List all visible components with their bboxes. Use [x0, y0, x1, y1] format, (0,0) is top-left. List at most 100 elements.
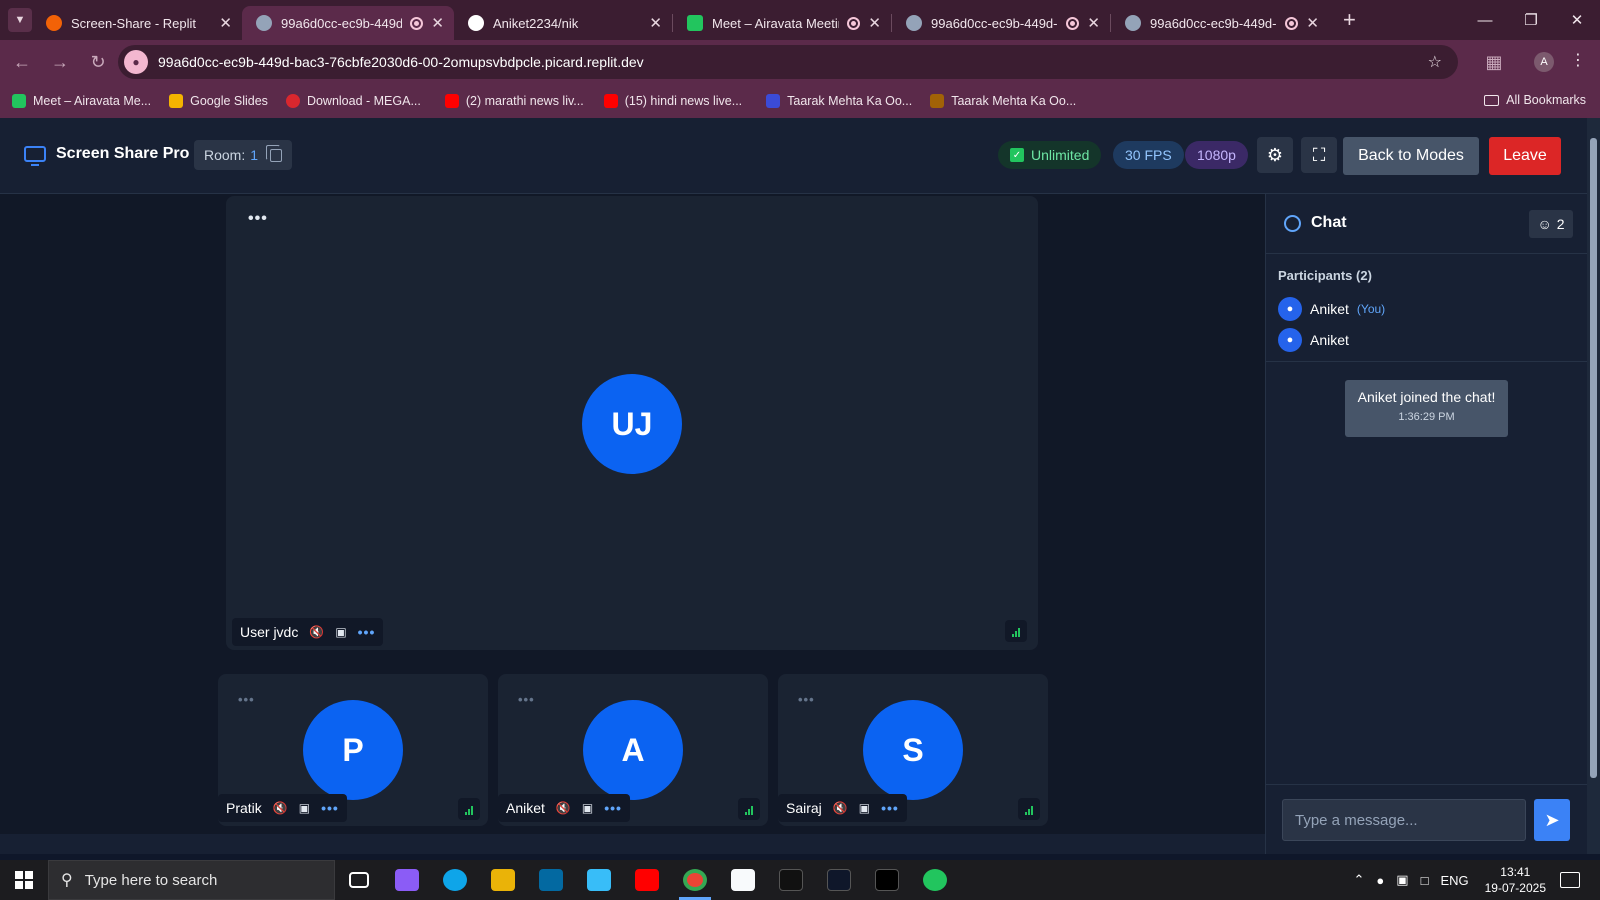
participant-tile[interactable]: ••• P Pratik 🔇 ▣ •••	[218, 674, 488, 826]
clock[interactable]: 13:41 19-07-2025	[1485, 864, 1546, 896]
task-view-button[interactable]	[335, 860, 383, 900]
tile-menu-icon[interactable]: •••	[238, 692, 255, 707]
taskbar-app-media[interactable]	[863, 860, 911, 900]
fps-label: 30 FPS	[1125, 147, 1172, 163]
tray-chevron-icon[interactable]: ⌃	[1354, 872, 1365, 888]
new-tab-icon[interactable]: +	[1343, 7, 1356, 33]
bookmark-item[interactable]: Google Slides	[169, 94, 268, 108]
camera-icon[interactable]: ▣	[1396, 872, 1408, 888]
taskbar-app-control-panel[interactable]	[575, 860, 623, 900]
mega-icon	[285, 94, 300, 108]
close-tab-icon[interactable]: ✕	[868, 14, 881, 32]
reload-icon[interactable]: ↻	[82, 46, 114, 78]
leave-button[interactable]: Leave	[1489, 137, 1561, 175]
bookmark-item[interactable]: Taarak Mehta Ka Oo...	[930, 94, 1076, 108]
taskbar-app-edge[interactable]	[431, 860, 479, 900]
tab-search-chevron-icon[interactable]: ▼	[8, 8, 32, 32]
app-header: Screen Share Pro Room: 1 ✓ Unlimited 30 …	[0, 118, 1587, 194]
bookmark-item[interactable]: Meet – Airavata Me...	[12, 94, 151, 108]
globe-icon	[906, 15, 922, 31]
taskbar-app-file-explorer[interactable]	[479, 860, 527, 900]
message-input[interactable]	[1282, 799, 1526, 841]
participant-tile[interactable]: ••• A Aniket 🔇 ▣ •••	[498, 674, 768, 826]
send-button[interactable]: ➤	[1534, 799, 1570, 841]
camera-off-icon: ▣	[581, 801, 594, 815]
tab-title: 99a6d0cc-ec9b-449d-ba	[281, 15, 403, 31]
copy-icon[interactable]	[266, 144, 283, 162]
microphone-icon[interactable]: ●	[124, 50, 148, 74]
browser-tab-2[interactable]: Aniket2234/nik ✕	[454, 6, 672, 40]
back-to-modes-button[interactable]: Back to Modes	[1343, 137, 1479, 175]
user-icon: ●	[1278, 327, 1302, 352]
close-tab-icon[interactable]: ✕	[219, 14, 232, 32]
browser-tab-1[interactable]: 99a6d0cc-ec9b-449d-ba ✕	[242, 6, 454, 40]
browser-tab-3[interactable]: Meet – Airavata Meeting ✕	[673, 6, 891, 40]
more-options-icon[interactable]: •••	[358, 624, 376, 640]
taskbar-app-copilot[interactable]	[383, 860, 431, 900]
tile-menu-icon[interactable]: •••	[798, 692, 815, 707]
edge-icon	[443, 869, 467, 891]
profile-avatar[interactable]: A	[1534, 52, 1554, 72]
browser-tab-4[interactable]: 99a6d0cc-ec9b-449d-ba ✕	[892, 6, 1110, 40]
bookmark-star-icon[interactable]: ☆	[1428, 52, 1442, 72]
bookmark-item[interactable]: Download - MEGA...	[285, 94, 421, 108]
notifications-icon[interactable]	[1560, 872, 1580, 888]
all-bookmarks[interactable]: All Bookmarks	[1484, 93, 1586, 107]
tile-menu-icon[interactable]: •••	[518, 692, 535, 707]
address-bar[interactable]: ● 99a6d0cc-ec9b-449d-bac3-76cbfe2030d6-0…	[118, 45, 1458, 79]
task-view-icon	[349, 872, 369, 888]
extensions-icon[interactable]: ▦	[1478, 46, 1510, 78]
scrollbar-thumb[interactable]	[1590, 138, 1597, 778]
youtube-icon	[603, 94, 618, 108]
taskbar-app-hotstar[interactable]	[815, 860, 863, 900]
media-icon	[875, 869, 899, 891]
tile-menu-icon[interactable]: •••	[248, 210, 268, 228]
settings-button[interactable]: ⚙	[1257, 137, 1293, 173]
participant-avatar: P	[303, 700, 403, 800]
bookmark-item[interactable]: (15) hindi news live...	[603, 94, 742, 108]
bookmark-item[interactable]: Taarak Mehta Ka Oo...	[766, 94, 912, 108]
browser-tab-5[interactable]: 99a6d0cc-ec9b-449d-ba ✕	[1111, 6, 1329, 40]
mic-off-icon: 🔇	[309, 625, 325, 639]
network-icon[interactable]: □	[1421, 873, 1429, 888]
participant-name: Sairaj	[786, 800, 822, 816]
browser-menu-icon[interactable]: ⋮	[1570, 50, 1586, 70]
taskbar-app-chrome[interactable]	[671, 860, 719, 900]
globe-icon	[1125, 15, 1141, 31]
microphone-icon[interactable]: ●	[1376, 873, 1384, 888]
participant-tile[interactable]: ••• S Sairaj 🔇 ▣ •••	[778, 674, 1048, 826]
github-icon	[468, 15, 484, 31]
page-scrollbar[interactable]	[1587, 118, 1600, 854]
taskbar-app-youtube[interactable]	[623, 860, 671, 900]
close-tab-icon[interactable]: ✕	[649, 14, 662, 32]
url-text[interactable]: 99a6d0cc-ec9b-449d-bac3-76cbfe2030d6-00-…	[158, 54, 644, 70]
more-options-icon[interactable]: •••	[881, 800, 899, 816]
taskbar-app-solitaire[interactable]	[719, 860, 767, 900]
taskbar-search[interactable]: ⚲ Type here to search	[48, 860, 335, 900]
close-tab-icon[interactable]: ✕	[1306, 14, 1319, 32]
browser-tab-0[interactable]: Screen-Share - Replit ✕	[32, 6, 242, 40]
restore-icon[interactable]: ❐	[1508, 0, 1554, 40]
back-arrow-icon[interactable]: ←	[6, 46, 38, 78]
mic-off-icon: 🔇	[272, 801, 288, 815]
taskbar-app-sony-liv[interactable]	[767, 860, 815, 900]
more-options-icon[interactable]: •••	[321, 800, 339, 816]
language-indicator[interactable]: ENG	[1440, 873, 1468, 888]
all-bookmarks-label: All Bookmarks	[1506, 93, 1586, 107]
bookmark-item[interactable]: (2) marathi news liv...	[444, 94, 584, 108]
main-video-tile[interactable]: ••• UJ User jvdc 🔇 ▣ •••	[226, 196, 1038, 650]
bookmark-label: Meet – Airavata Me...	[33, 94, 152, 108]
close-tab-icon[interactable]: ✕	[1087, 14, 1100, 32]
taskbar-app-outlook[interactable]	[527, 860, 575, 900]
start-button[interactable]	[0, 860, 48, 900]
whatsapp-icon	[923, 869, 947, 891]
minimize-icon[interactable]: —	[1462, 0, 1508, 40]
forward-arrow-icon[interactable]: →	[44, 46, 76, 78]
fullscreen-button[interactable]: ⛶	[1301, 137, 1337, 173]
participants-button[interactable]: ☺ 2	[1529, 210, 1573, 238]
more-options-icon[interactable]: •••	[604, 800, 622, 816]
resolution-label: 1080p	[1197, 147, 1236, 163]
taskbar-app-whatsapp[interactable]	[911, 860, 959, 900]
close-window-icon[interactable]: ✕	[1554, 0, 1600, 40]
close-tab-icon[interactable]: ✕	[431, 14, 444, 32]
